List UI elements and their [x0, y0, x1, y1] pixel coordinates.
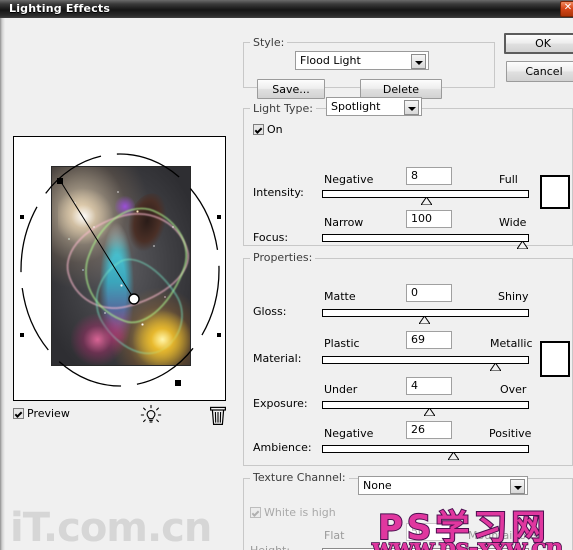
intensity-min-label: Negative — [324, 173, 374, 186]
gloss-slider-thumb[interactable] — [419, 316, 430, 324]
focus-value-input[interactable]: 100 — [406, 210, 452, 228]
window-left-edge — [0, 18, 5, 550]
lighting-preview-canvas[interactable] — [13, 136, 226, 401]
texture-channel-dropdown[interactable]: None — [358, 476, 528, 495]
intensity-slider-thumb[interactable] — [421, 197, 432, 205]
intensity-max-label: Full — [499, 173, 518, 186]
white-is-high-checkbox-box[interactable] — [250, 507, 261, 518]
exposure-slider-thumb[interactable] — [424, 408, 435, 416]
light-on-checkbox-box[interactable] — [253, 124, 264, 135]
light-ellipse-overlay[interactable] — [14, 137, 226, 401]
ellipse-path — [20, 153, 220, 387]
preview-checkbox[interactable]: Preview — [13, 407, 70, 420]
ellipse-handle-left-lower — [20, 333, 24, 337]
focus-max-label: Wide — [499, 216, 527, 229]
ambience-max-label: Positive — [489, 427, 532, 440]
cancel-button[interactable]: Cancel — [506, 61, 573, 82]
ellipse-handle-bottom-right — [175, 380, 181, 386]
gloss-max-label: Shiny — [498, 290, 529, 303]
watermark-it-com-cn: iT.com.cn — [10, 505, 212, 550]
exposure-slider-track[interactable] — [322, 401, 529, 416]
chevron-down-icon[interactable] — [510, 479, 525, 494]
properties-group-label: Properties: — [250, 252, 316, 263]
white-is-high-label: White is high — [264, 506, 336, 519]
texture-channel-value: None — [363, 479, 392, 492]
ellipse-handle-right — [217, 215, 221, 219]
chevron-down-icon[interactable] — [404, 100, 419, 115]
ambience-slider-thumb[interactable] — [448, 452, 459, 460]
trash-icon[interactable] — [209, 404, 227, 426]
chevron-down-icon[interactable] — [411, 54, 426, 69]
focus-min-label: Narrow — [324, 216, 364, 229]
white-is-high-checkbox[interactable]: White is high — [250, 506, 336, 519]
exposure-min-label: Under — [324, 383, 358, 396]
light-type-group-label: Light Type: — [250, 103, 316, 114]
style-group-label: Style: — [250, 37, 288, 48]
material-color-swatch[interactable] — [540, 341, 570, 377]
exposure-value-input[interactable]: 4 — [406, 377, 452, 395]
watermark-url: www.ps-xxw.cn — [371, 532, 564, 550]
light-type-dropdown-value: Spotlight — [331, 100, 381, 113]
ambience-label: Ambience: — [253, 441, 312, 454]
material-value-input[interactable]: 69 — [406, 331, 452, 349]
delete-style-button[interactable]: Delete — [360, 79, 442, 99]
material-slider-thumb[interactable] — [490, 363, 501, 371]
gloss-slider-track[interactable] — [322, 309, 529, 324]
intensity-slider-track[interactable] — [322, 190, 529, 205]
ellipse-handle-right-lower — [217, 333, 221, 337]
window-title: Lighting Effects — [9, 2, 111, 15]
focus-slider-thumb[interactable] — [517, 241, 528, 249]
light-direction-line — [60, 181, 135, 300]
focus-label: Focus: — [253, 231, 289, 244]
ellipse-handle-left — [20, 215, 24, 219]
ambience-slider-track[interactable] — [322, 445, 529, 460]
exposure-max-label: Over — [500, 383, 527, 396]
ambience-value-input[interactable]: 26 — [406, 421, 452, 439]
intensity-label: Intensity: — [253, 186, 304, 199]
save-style-button[interactable]: Save... — [257, 79, 325, 99]
height-min-label: Flat — [324, 529, 345, 542]
lighting-effects-dialog: Lighting Effects ✕ Preview OK Cancel Sty… — [0, 0, 573, 550]
texture-channel-group-label: Texture Channel: — [250, 472, 349, 483]
light-type-dropdown[interactable]: Spotlight — [326, 97, 422, 116]
focus-slider-track[interactable] — [322, 234, 529, 249]
preview-checkbox-label: Preview — [27, 407, 70, 420]
material-label: Material: — [253, 352, 302, 365]
material-min-label: Plastic — [324, 337, 360, 350]
gloss-label: Gloss: — [253, 305, 287, 318]
style-dropdown-value: Flood Light — [300, 54, 361, 67]
material-slider-track[interactable] — [322, 356, 529, 371]
gloss-min-label: Matte — [324, 290, 356, 303]
ellipse-handle-top-left — [57, 178, 63, 184]
preview-checkbox-box[interactable] — [13, 408, 24, 419]
ambience-min-label: Negative — [324, 427, 374, 440]
exposure-label: Exposure: — [253, 397, 308, 410]
ok-button[interactable]: OK — [504, 33, 573, 54]
close-icon[interactable]: ✕ — [560, 1, 573, 17]
material-max-label: Metallic — [490, 337, 533, 350]
title-bar: Lighting Effects — [0, 0, 573, 18]
light-color-swatch[interactable] — [540, 175, 570, 209]
light-bulb-icon[interactable] — [140, 404, 162, 426]
dialog-body: Preview OK Cancel Style: Flood Light Sav… — [0, 18, 573, 550]
light-on-label: On — [267, 123, 283, 136]
height-label: Height: — [250, 545, 290, 550]
light-on-checkbox[interactable]: On — [253, 123, 283, 136]
gloss-value-input[interactable]: 0 — [406, 284, 452, 302]
style-dropdown[interactable]: Flood Light — [295, 51, 429, 70]
intensity-value-input[interactable]: 8 — [406, 167, 452, 185]
light-source-handle — [128, 293, 140, 305]
